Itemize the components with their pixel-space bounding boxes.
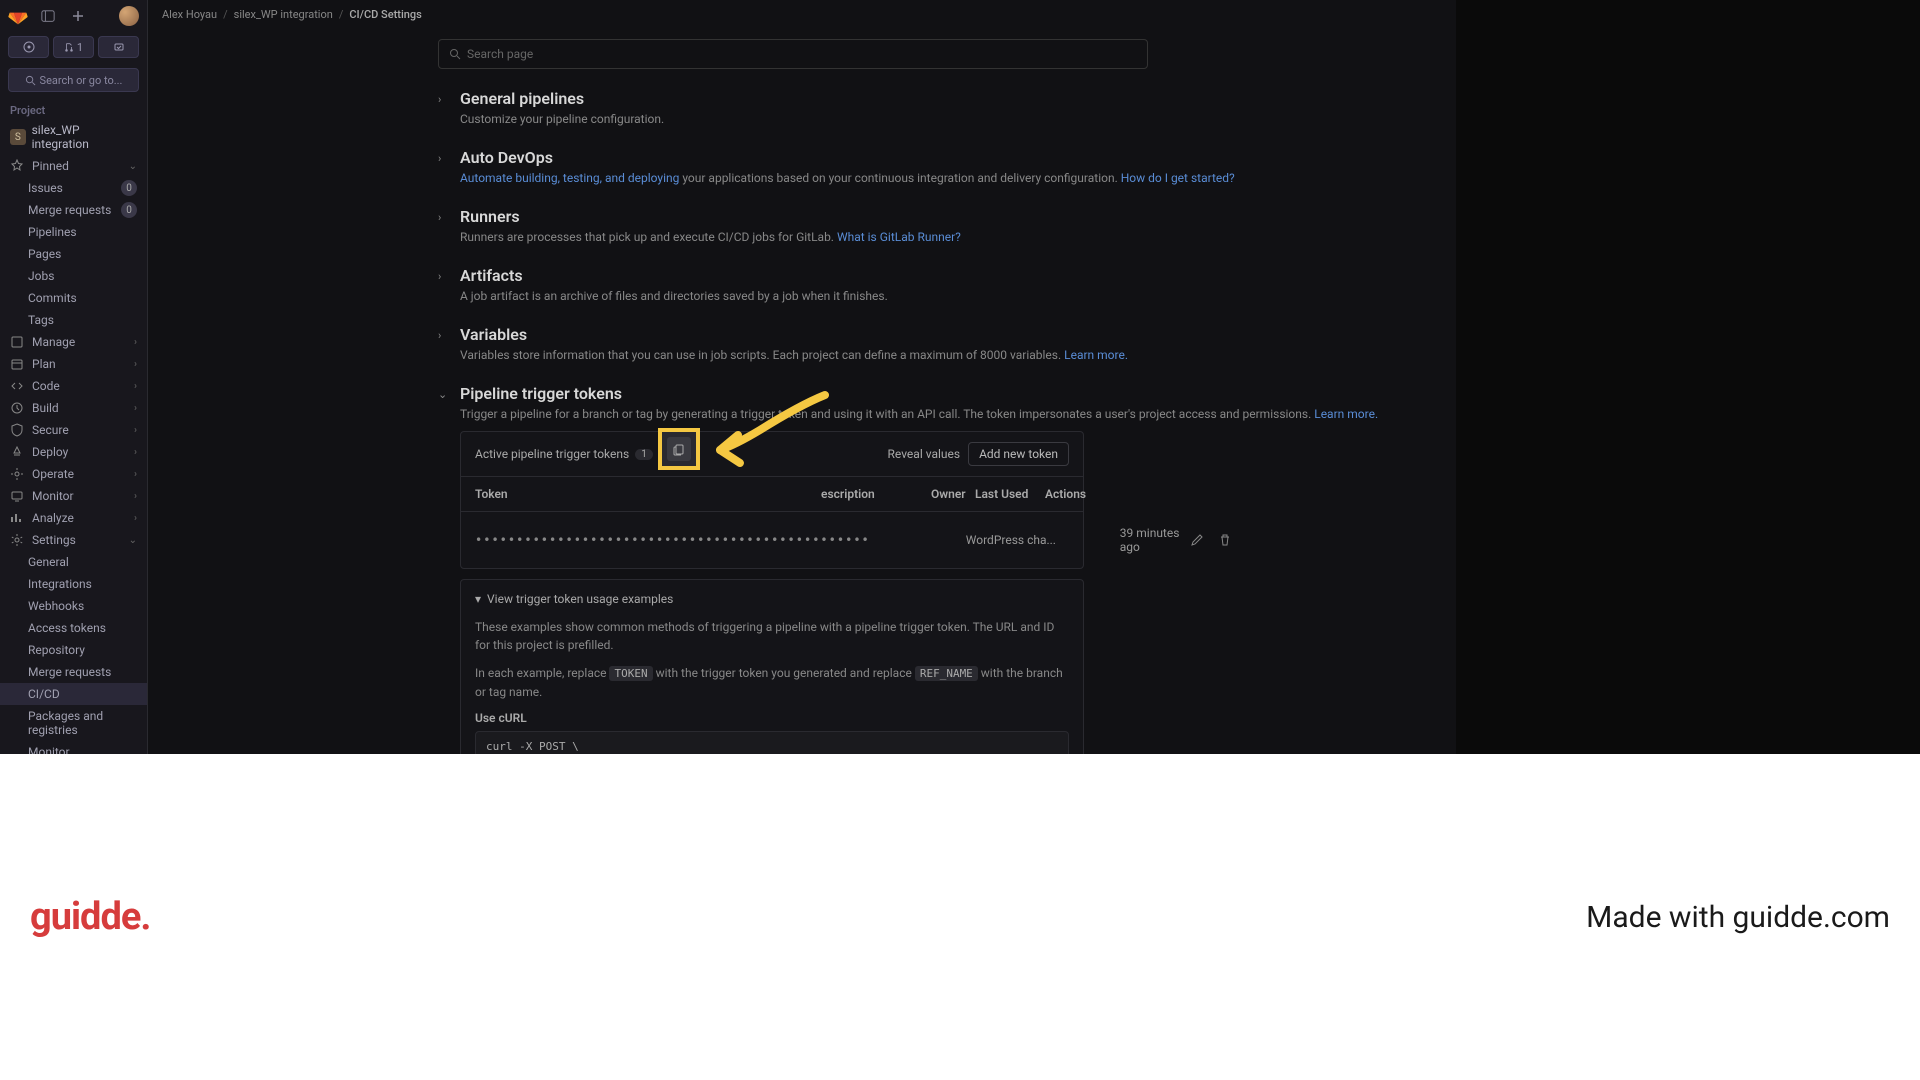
breadcrumb: Alex Hoyau/ silex_WP integration/ CI/CD … <box>148 0 1456 29</box>
gitlab-logo-icon <box>8 6 28 26</box>
plus-icon[interactable] <box>68 6 88 26</box>
token-last-used: 39 minutes ago <box>1120 526 1190 554</box>
add-token-button[interactable]: Add new token <box>968 442 1069 466</box>
section-tokens-title: Pipeline trigger tokens <box>460 384 1378 403</box>
section-variables-title: Variables <box>460 325 1128 344</box>
sidebar-build[interactable]: Build› <box>0 397 147 419</box>
sidebar-pipelines[interactable]: Pipelines <box>0 221 147 243</box>
sidebar-analyze[interactable]: Analyze› <box>0 507 147 529</box>
sidebar-access-tokens[interactable]: Access tokens <box>0 617 147 639</box>
sidebar-collapse-icon[interactable] <box>38 6 58 26</box>
guidde-attribution: Made with guidde.com <box>1586 900 1890 935</box>
sidebar-settings[interactable]: Settings⌄ <box>0 529 147 551</box>
sidebar: 1 Search or go to... Project S silex_WP … <box>0 0 148 754</box>
sidebar-plan[interactable]: Plan› <box>0 353 147 375</box>
chevron-down-icon: ⌄ <box>129 161 137 172</box>
breadcrumb-user[interactable]: Alex Hoyau <box>162 8 217 21</box>
sidebar-section-project: Project <box>0 98 147 119</box>
sidebar-manage[interactable]: Manage› <box>0 331 147 353</box>
token-description: WordPress cha... <box>966 533 1076 547</box>
examples-toggle[interactable]: ▾ View trigger token usage examples <box>475 592 1069 606</box>
guidde-logo: guidde. <box>30 895 150 939</box>
sidebar-pinned[interactable]: Pinned⌄ <box>0 155 147 177</box>
tokens-help-link[interactable]: Learn more. <box>1314 407 1378 421</box>
runners-help-link[interactable]: What is GitLab Runner? <box>837 230 961 244</box>
sidebar-pages[interactable]: Pages <box>0 243 147 265</box>
sidebar-tags[interactable]: Tags <box>0 309 147 331</box>
auto-devops-help-link[interactable]: How do I get started? <box>1121 171 1235 185</box>
sidebar-deploy[interactable]: Deploy› <box>0 441 147 463</box>
breadcrumb-project[interactable]: silex_WP integration <box>234 8 333 21</box>
token-masked: ••••••••••••••••••••••••••••••••••••••••… <box>475 533 870 547</box>
sidebar-webhooks[interactable]: Webhooks <box>0 595 147 617</box>
expand-icon[interactable]: › <box>438 207 450 244</box>
page-search-input[interactable]: Search page <box>438 39 1148 69</box>
sidebar-project[interactable]: S silex_WP integration <box>0 119 147 155</box>
sidebar-monitor[interactable]: Monitor› <box>0 485 147 507</box>
panel-title: Active pipeline trigger tokens <box>475 447 629 461</box>
sidebar-mr-btn[interactable]: 1 <box>53 36 94 58</box>
sidebar-merge-requests-settings[interactable]: Merge requests <box>0 661 147 683</box>
tokens-panel: Active pipeline trigger tokens 1 Reveal … <box>460 431 1084 569</box>
search-icon <box>449 48 461 60</box>
sidebar-integrations[interactable]: Integrations <box>0 573 147 595</box>
edit-icon[interactable] <box>1190 533 1204 547</box>
sidebar-operate[interactable]: Operate› <box>0 463 147 485</box>
breadcrumb-current: CI/CD Settings <box>349 8 421 21</box>
section-artifacts-title: Artifacts <box>460 266 888 285</box>
user-avatar[interactable] <box>119 6 139 26</box>
sidebar-general[interactable]: General <box>0 551 147 573</box>
sidebar-cicd[interactable]: CI/CD <box>0 683 147 705</box>
sidebar-commits[interactable]: Commits <box>0 287 147 309</box>
expand-icon[interactable]: › <box>438 148 450 185</box>
sidebar-btn-3[interactable] <box>98 36 139 58</box>
table-header: Token escription Owner Last Used Actions <box>461 477 1083 512</box>
section-auto-title: Auto DevOps <box>460 148 1235 167</box>
sidebar-code[interactable]: Code› <box>0 375 147 397</box>
section-general-desc: Customize your pipeline configuration. <box>460 112 664 126</box>
examples-intro: These examples show common methods of tr… <box>475 618 1069 654</box>
section-runners-title: Runners <box>460 207 961 226</box>
curl-label: Use cURL <box>475 711 1069 725</box>
sidebar-jobs[interactable]: Jobs <box>0 265 147 287</box>
section-artifacts-desc: A job artifact is an archive of files an… <box>460 289 888 303</box>
sidebar-repository[interactable]: Repository <box>0 639 147 661</box>
sidebar-search[interactable]: Search or go to... <box>8 68 139 92</box>
auto-devops-link[interactable]: Automate building, testing, and deployin… <box>460 171 679 185</box>
variables-help-link[interactable]: Learn more. <box>1064 348 1128 362</box>
expand-icon[interactable]: › <box>438 89 450 126</box>
delete-icon[interactable] <box>1218 533 1232 547</box>
guidde-footer: guidde. Made with guidde.com <box>0 754 1920 1080</box>
copy-token-button[interactable] <box>658 428 700 470</box>
main-content: Alex Hoyau/ silex_WP integration/ CI/CD … <box>148 0 1456 754</box>
expand-icon[interactable]: › <box>438 266 450 303</box>
token-count-badge: 1 <box>635 449 653 460</box>
sidebar-packages[interactable]: Packages and registries <box>0 705 147 741</box>
chevron-down-icon: ⌄ <box>129 535 137 546</box>
sidebar-secure[interactable]: Secure› <box>0 419 147 441</box>
clipboard-icon <box>672 442 686 456</box>
reveal-values-link[interactable]: Reveal values <box>888 447 961 461</box>
sidebar-issues[interactable]: Issues0 <box>0 177 147 199</box>
expand-icon[interactable]: › <box>438 325 450 362</box>
project-badge: S <box>10 129 26 145</box>
sidebar-merge-requests[interactable]: Merge requests0 <box>0 199 147 221</box>
token-row: ••••••••••••••••••••••••••••••••••••••••… <box>461 512 1083 568</box>
section-general-title: General pipelines <box>460 89 664 108</box>
sidebar-btn-1[interactable] <box>8 36 49 58</box>
